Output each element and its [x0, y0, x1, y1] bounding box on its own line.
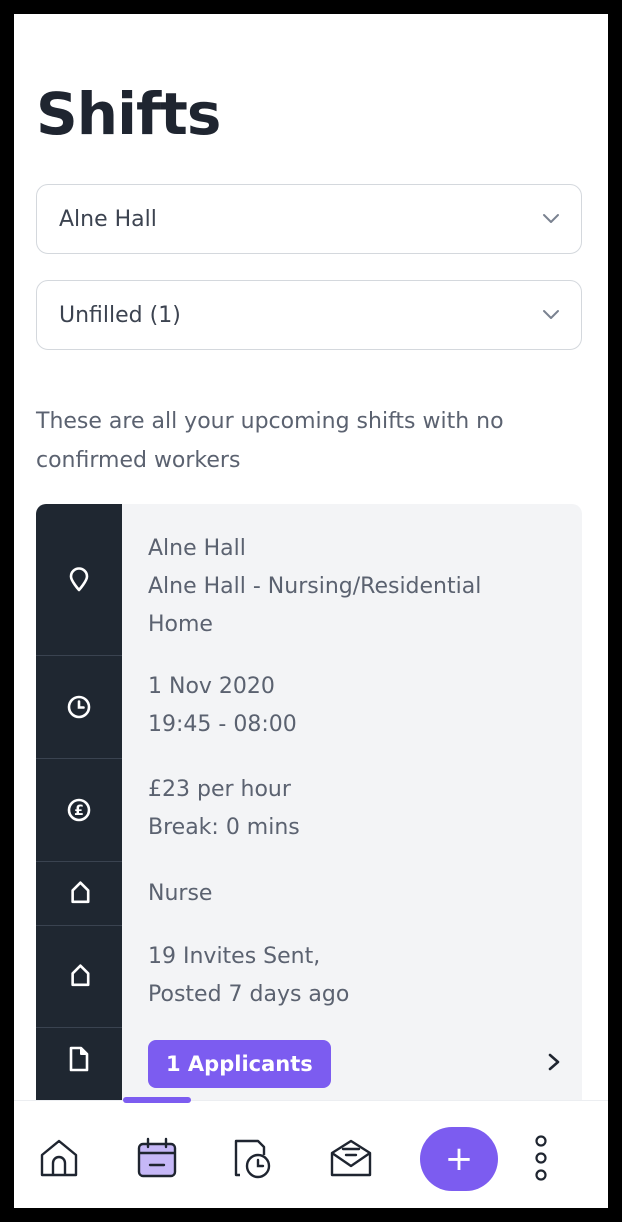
shift-role: Nurse — [148, 881, 213, 906]
chevron-down-icon — [543, 310, 559, 319]
active-tab-indicator — [123, 1097, 191, 1103]
clock-icon — [36, 656, 122, 759]
location-pin-icon — [36, 504, 122, 656]
home-icon[interactable] — [36, 1135, 82, 1181]
shift-rate: £23 per hour — [148, 777, 291, 802]
status-select[interactable]: Unfilled (1) — [36, 280, 582, 350]
shift-card[interactable]: Alne Hall Alne Hall - Nursing/Residentia… — [36, 504, 582, 1124]
location-select-value: Alne Hall — [59, 206, 157, 232]
inbox-icon[interactable] — [328, 1135, 374, 1181]
svg-text:£: £ — [74, 803, 84, 819]
shift-pay-row: £ £23 per hour Break: 0 mins — [36, 759, 582, 862]
shift-location-row: Alne Hall Alne Hall - Nursing/Residentia… — [36, 504, 582, 656]
shift-role-row: Nurse — [36, 862, 582, 926]
tag-icon — [36, 926, 122, 1028]
timesheet-icon[interactable] — [230, 1135, 276, 1181]
add-shift-button[interactable]: + — [420, 1127, 498, 1191]
shift-posted: Posted 7 days ago — [148, 982, 350, 1007]
applicants-badge[interactable]: 1 Applicants — [148, 1040, 331, 1088]
shifts-description: These are all your upcoming shifts with … — [36, 409, 504, 473]
chevron-down-icon — [543, 214, 559, 223]
shift-datetime-row: 1 Nov 2020 19:45 - 08:00 — [36, 656, 582, 759]
shift-location-detail: Alne Hall - Nursing/Residential — [148, 574, 482, 599]
pound-coin-icon: £ — [36, 759, 122, 862]
page-title: Shifts — [36, 80, 221, 148]
shift-invites-sent: 19 Invites Sent, — [148, 944, 321, 969]
location-select[interactable]: Alne Hall — [36, 184, 582, 254]
shift-time: 19:45 - 08:00 — [148, 712, 297, 737]
app-screen: Shifts Alne Hall Unfilled (1) These are … — [14, 14, 608, 1208]
shift-break: Break: 0 mins — [148, 815, 300, 840]
tag-icon — [36, 862, 122, 926]
status-select-value: Unfilled (1) — [59, 302, 181, 328]
shift-invites-row: 19 Invites Sent, Posted 7 days ago — [36, 926, 582, 1028]
more-icon[interactable] — [532, 1133, 550, 1183]
shift-location-name: Alne Hall — [148, 536, 246, 561]
chevron-right-icon[interactable] — [546, 1052, 562, 1072]
calendar-icon[interactable] — [134, 1135, 180, 1181]
bottom-nav: + — [14, 1097, 608, 1208]
shift-date: 1 Nov 2020 — [148, 674, 275, 699]
shift-location-detail-2: Home — [148, 612, 213, 637]
